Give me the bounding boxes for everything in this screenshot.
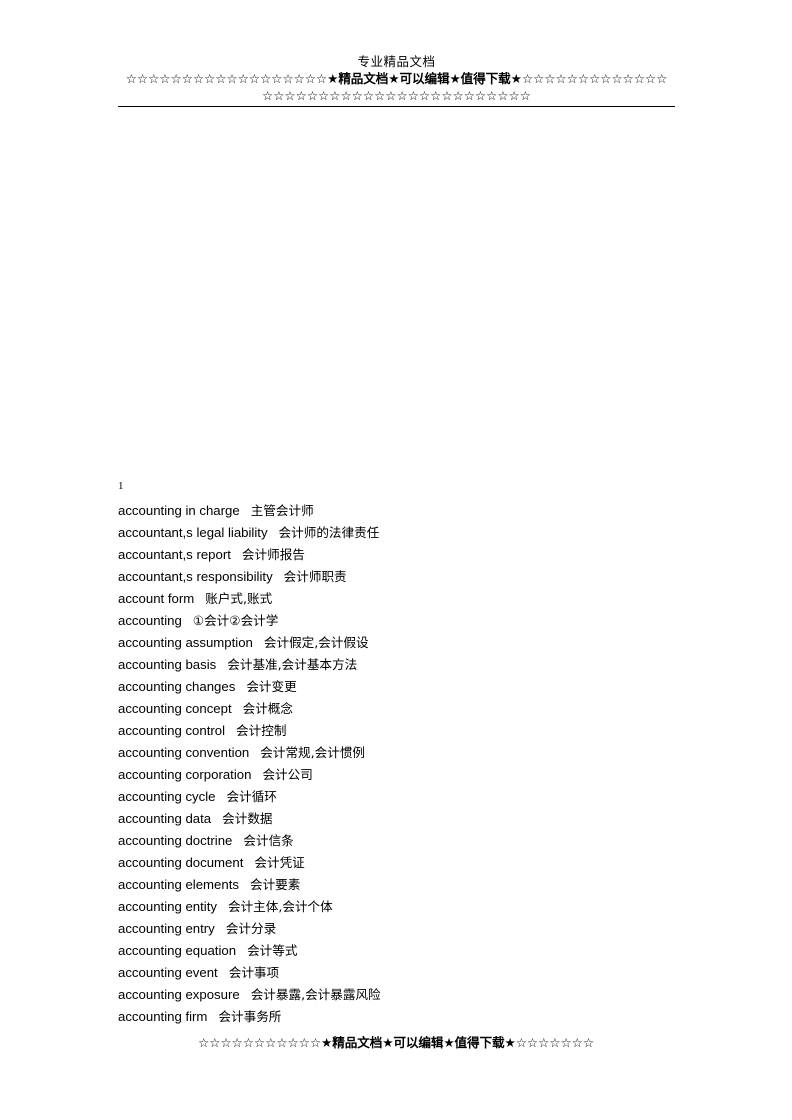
entry-term: accounting equation: [118, 943, 237, 958]
entry-term: accountant,s legal liability: [118, 525, 268, 540]
entry-term: accounting corporation: [118, 767, 252, 782]
entry-gloss: 会计等式: [247, 943, 298, 958]
list-item: accounting cycle 会计循环: [118, 786, 678, 808]
list-item: accounting assumption 会计假定,会计假设: [118, 632, 678, 654]
list-item: accountant,s report 会计师报告: [118, 544, 678, 566]
document-header: 专业精品文档 ☆☆☆☆☆☆☆☆☆☆☆☆☆☆☆☆☆☆★精品文档★可以编辑★值得下载…: [118, 54, 675, 107]
entry-gloss: 会计循环: [226, 789, 277, 804]
entry-gloss: ①会计②会计学: [192, 613, 279, 628]
entry-term: accounting cycle: [118, 789, 216, 804]
entry-gloss: 会计师报告: [241, 547, 305, 562]
list-item: accounting doctrine 会计信条: [118, 830, 678, 852]
entry-gloss: 会计信条: [243, 833, 294, 848]
entry-gloss: 会计要素: [249, 877, 301, 892]
entry-term: accounting control: [118, 723, 226, 738]
entry-gloss: 会计数据: [222, 811, 273, 826]
entry-gloss: 会计师的法律责任: [278, 525, 380, 540]
list-item: accounting data 会计数据: [118, 808, 678, 830]
list-item: accounting control 会计控制: [118, 720, 678, 742]
entry-gloss: 会计公司: [262, 767, 313, 782]
list-item: accountant,s responsibility 会计师职责: [118, 566, 678, 588]
list-item: accounting in charge 主管会计师: [118, 500, 678, 522]
document-footer: ☆☆☆☆☆☆☆☆☆☆☆★精品文档★可以编辑★值得下载★☆☆☆☆☆☆☆: [0, 1034, 792, 1052]
list-item: accounting changes 会计变更: [118, 676, 678, 698]
list-item: accounting event 会计事项: [118, 962, 678, 984]
list-item: accounting basis 会计基准,会计基本方法: [118, 654, 678, 676]
entry-term: accounting elements: [118, 877, 239, 892]
list-item: accounting entry 会计分录: [118, 918, 678, 940]
list-item: accounting convention 会计常规,会计惯例: [118, 742, 678, 764]
list-item: account form 账户式,账式: [118, 588, 678, 610]
entry-term: accounting changes: [118, 679, 236, 694]
footer-stars-left: ☆☆☆☆☆☆☆☆☆☆☆: [197, 1035, 322, 1050]
list-item: accounting entity 会计主体,会计个体: [118, 896, 678, 918]
list-item: accounting ①会计②会计学: [118, 610, 678, 632]
entry-gloss: 会计师职责: [283, 569, 347, 584]
entry-gloss: 主管会计师: [250, 503, 314, 518]
list-item: accounting firm 会计事务所: [118, 1006, 678, 1028]
header-stars-left: ☆☆☆☆☆☆☆☆☆☆☆☆☆☆☆☆☆☆: [125, 71, 328, 86]
entry-gloss: 账户式,账式: [205, 591, 273, 606]
entry-term: accounting exposure: [118, 987, 240, 1002]
entry-term: accounting firm: [118, 1009, 208, 1024]
list-item: accounting elements 会计要素: [118, 874, 678, 896]
page-marker: 1: [118, 480, 124, 492]
list-item: accounting exposure 会计暴露,会计暴露风险: [118, 984, 678, 1006]
footer-star-banner-line: ☆☆☆☆☆☆☆☆☆☆☆★精品文档★可以编辑★值得下载★☆☆☆☆☆☆☆: [0, 1034, 792, 1052]
header-stars-right: ☆☆☆☆☆☆☆☆☆☆☆☆☆: [521, 71, 668, 86]
entry-gloss: 会计分录: [225, 921, 277, 936]
list-item: accounting equation 会计等式: [118, 940, 678, 962]
header-star-divider-line: ☆☆☆☆☆☆☆☆☆☆☆☆☆☆☆☆☆☆☆☆☆☆☆☆: [262, 88, 531, 103]
list-item: accounting concept 会计概念: [118, 698, 678, 720]
list-item: accounting corporation 会计公司: [118, 764, 678, 786]
glossary-entry-list: accounting in charge 主管会计师 accountant,s l…: [118, 500, 678, 1028]
entry-term: accounting entity: [118, 899, 217, 914]
entry-term: account form: [118, 591, 195, 606]
entry-term: accounting in charge: [118, 503, 240, 518]
document-page: 专业精品文档 ☆☆☆☆☆☆☆☆☆☆☆☆☆☆☆☆☆☆★精品文档★可以编辑★值得下载…: [0, 0, 792, 1120]
header-title: 专业精品文档: [357, 54, 436, 69]
footer-stars-right: ☆☆☆☆☆☆☆: [515, 1035, 595, 1050]
entry-term: accounting entry: [118, 921, 215, 936]
entry-term: accounting doctrine: [118, 833, 233, 848]
entry-gloss: 会计凭证: [254, 855, 305, 870]
entry-gloss: 会计控制: [236, 723, 287, 738]
header-promo-text: ★精品文档★可以编辑★值得下载★: [327, 71, 522, 86]
footer-promo-text: ★精品文档★可以编辑★值得下载★: [321, 1035, 516, 1050]
entry-term: accounting concept: [118, 701, 232, 716]
list-item: accounting document 会计凭证: [118, 852, 678, 874]
entry-gloss: 会计暴露,会计暴露风险: [250, 987, 381, 1002]
entry-gloss: 会计基准,会计基本方法: [227, 657, 358, 672]
entry-gloss: 会计假定,会计假设: [263, 635, 369, 650]
entry-gloss: 会计概念: [242, 701, 294, 716]
entry-term: accounting assumption: [118, 635, 253, 650]
entry-gloss: 会计变更: [246, 679, 297, 694]
list-item: accountant,s legal liability 会计师的法律责任: [118, 522, 678, 544]
glossary-content: 1 accounting in charge 主管会计师 accountant,s…: [118, 477, 678, 1028]
entry-term: accounting event: [118, 965, 218, 980]
entry-gloss: 会计主体,会计个体: [227, 899, 333, 914]
entry-gloss: 会计事务所: [218, 1009, 282, 1024]
entry-gloss: 会计事项: [228, 965, 280, 980]
entry-term: accounting convention: [118, 745, 250, 760]
entry-term: accountant,s responsibility: [118, 569, 273, 584]
entry-term: accounting data: [118, 811, 212, 826]
entry-term: accountant,s report: [118, 547, 231, 562]
entry-gloss: 会计常规,会计惯例: [260, 745, 366, 760]
header-star-banner-line: ☆☆☆☆☆☆☆☆☆☆☆☆☆☆☆☆☆☆★精品文档★可以编辑★值得下载★☆☆☆☆☆☆…: [118, 70, 675, 87]
entry-term: accounting basis: [118, 657, 217, 672]
entry-term: accounting: [118, 613, 182, 628]
entry-term: accounting document: [118, 855, 244, 870]
